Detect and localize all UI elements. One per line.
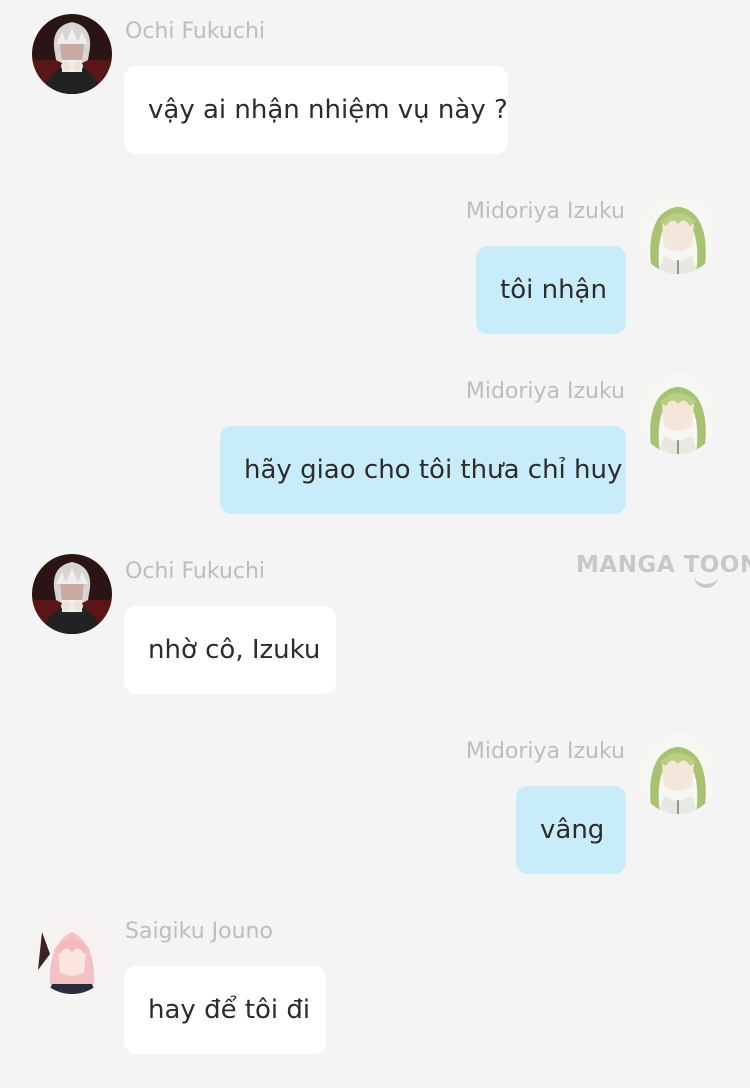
green-haired-girl-avatar-icon: [638, 734, 718, 814]
green-haired-girl-avatar-icon: [638, 374, 718, 454]
message-bubble[interactable]: hãy giao cho tôi thưa chỉ huy: [220, 426, 626, 514]
message-bubble[interactable]: tôi nhận: [476, 246, 626, 334]
midoriya-izuku-avatar[interactable]: [638, 194, 718, 274]
sender-name: Midoriya Izuku: [465, 379, 625, 404]
green-haired-girl-avatar-icon: [638, 194, 718, 274]
saigiku-jouno-avatar[interactable]: [32, 914, 112, 994]
ochi-fukuchi-avatar[interactable]: [32, 554, 112, 634]
sender-name: Saigiku Jouno: [125, 919, 273, 944]
sender-name: Ochi Fukuchi: [125, 559, 266, 584]
pink-haired-avatar-icon: [32, 914, 112, 994]
midoriya-izuku-avatar[interactable]: [638, 734, 718, 814]
midoriya-izuku-avatar[interactable]: [638, 374, 718, 454]
sender-name: Midoriya Izuku: [465, 739, 625, 764]
watermark-logo: MANGA TOON: [576, 552, 750, 588]
message-bubble[interactable]: nhờ cô, Izuku: [124, 606, 336, 694]
sender-name: Ochi Fukuchi: [125, 19, 266, 44]
white-haired-man-avatar-icon: [32, 14, 112, 94]
sender-name: Midoriya Izuku: [465, 199, 625, 224]
ochi-fukuchi-avatar[interactable]: [32, 14, 112, 94]
white-haired-man-avatar-icon: [32, 554, 112, 634]
message-bubble[interactable]: hay để tôi đi: [124, 966, 326, 1054]
watermark-smile-icon: [694, 574, 718, 588]
watermark-text: MANGA TOON: [576, 552, 750, 578]
message-bubble[interactable]: vậy ai nhận nhiệm vụ này ?: [124, 66, 508, 154]
message-bubble[interactable]: vâng: [516, 786, 626, 874]
